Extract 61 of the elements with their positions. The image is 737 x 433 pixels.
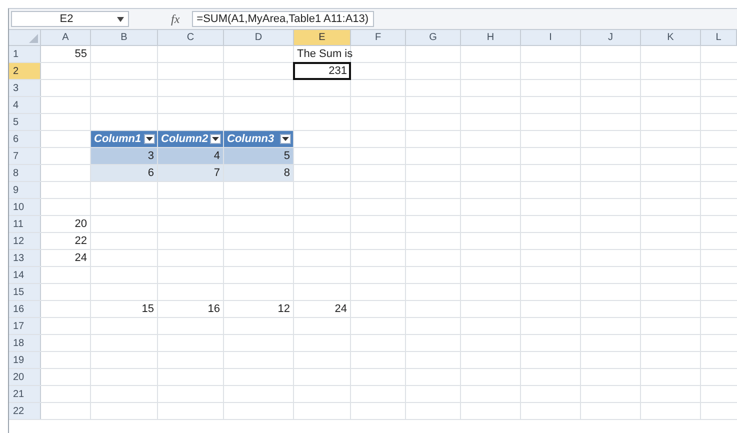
- filter-dropdown-button[interactable]: [210, 134, 221, 144]
- row-header[interactable]: 4: [9, 97, 41, 113]
- column-header[interactable]: A: [41, 30, 91, 46]
- row-header[interactable]: 7: [9, 148, 41, 164]
- row-header[interactable]: 1: [9, 46, 41, 62]
- table-cell-text: 24: [334, 302, 348, 317]
- table-cell-text: 12: [276, 302, 291, 317]
- row-header[interactable]: 12: [9, 233, 41, 249]
- column-header[interactable]: F: [351, 30, 406, 46]
- row-header[interactable]: 19: [9, 352, 41, 368]
- row-header[interactable]: 3: [9, 80, 41, 96]
- row-header[interactable]: 16: [9, 301, 41, 317]
- table-cell: 8: [224, 165, 293, 181]
- row-header[interactable]: 6: [9, 131, 41, 147]
- table-cell: 4: [158, 148, 223, 164]
- table-cell: 6: [91, 165, 157, 181]
- column-header[interactable]: D: [224, 30, 294, 46]
- row-header[interactable]: 18: [9, 335, 41, 351]
- table-cell-text: The Sum is: [296, 47, 350, 62]
- row-header[interactable]: 8: [9, 165, 41, 181]
- table-cell-text: 24: [74, 251, 88, 266]
- filter-dropdown-button[interactable]: [280, 134, 291, 144]
- table-cell-text: 55: [74, 47, 88, 62]
- row-header[interactable]: 2: [9, 63, 41, 79]
- function-label[interactable]: fx: [165, 12, 186, 26]
- table-cell: 7: [158, 165, 223, 181]
- row-header[interactable]: 13: [9, 250, 41, 266]
- table-cell-text: 22: [74, 234, 88, 249]
- name-box[interactable]: E2: [11, 11, 129, 27]
- column-header[interactable]: C: [158, 30, 224, 46]
- table-cell: 3: [91, 148, 157, 164]
- table-cell-text: 15: [140, 302, 155, 317]
- table-header-cell: Column2: [158, 131, 223, 147]
- table-cell: 231: [294, 63, 350, 79]
- column-header[interactable]: B: [91, 30, 158, 46]
- filter-dropdown-button[interactable]: [144, 134, 155, 144]
- table-cell: 5: [224, 148, 293, 164]
- row-header[interactable]: 21: [9, 386, 41, 402]
- row-header[interactable]: 11: [9, 216, 41, 232]
- table-cell-text: 20: [74, 217, 88, 232]
- column-header[interactable]: G: [406, 30, 461, 46]
- column-header[interactable]: H: [461, 30, 521, 46]
- table-header-cell: Column1: [91, 131, 157, 147]
- column-header[interactable]: E: [294, 30, 351, 46]
- row-header[interactable]: 15: [9, 284, 41, 300]
- row-header[interactable]: 9: [9, 182, 41, 198]
- row-header[interactable]: 20: [9, 369, 41, 385]
- formula-field[interactable]: =SUM(A1,MyArea,Table1 A11:A13): [192, 11, 374, 27]
- table-header-cell: Column3: [224, 131, 293, 147]
- row-header[interactable]: 14: [9, 267, 41, 283]
- column-header[interactable]: K: [641, 30, 701, 46]
- row-header[interactable]: 5: [9, 114, 41, 130]
- column-header[interactable]: L: [701, 30, 737, 46]
- caret-icon: [117, 16, 124, 22]
- corner-triangle-icon: [29, 34, 38, 43]
- column-header[interactable]: I: [521, 30, 581, 46]
- row-header[interactable]: 17: [9, 318, 41, 334]
- row-header[interactable]: 10: [9, 199, 41, 215]
- column-header[interactable]: J: [581, 30, 641, 46]
- row-header[interactable]: 22: [9, 403, 41, 419]
- table-cell-text: 16: [206, 302, 221, 317]
